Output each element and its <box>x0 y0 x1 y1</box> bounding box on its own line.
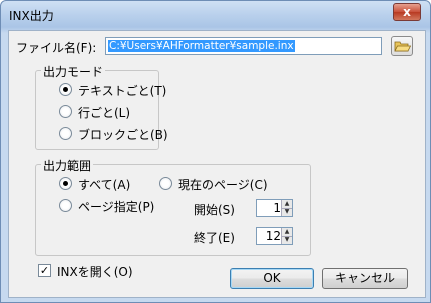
radio-text-label: テキストごと(T) <box>78 84 167 98</box>
end-page-label: 終了(E) <box>194 231 235 245</box>
folder-open-icon <box>394 41 412 52</box>
radio-block[interactable] <box>59 127 72 140</box>
radio-all[interactable] <box>59 177 72 190</box>
spin-down-icon[interactable]: ▼ <box>282 236 292 244</box>
open-inx-label: INXを開く(O) <box>57 265 133 279</box>
close-button[interactable]: x <box>393 3 421 21</box>
radio-page-spec-label: ページ指定(P) <box>78 200 155 214</box>
end-page-spin-buttons[interactable]: ▲ ▼ <box>281 228 292 244</box>
cancel-button[interactable]: キャンセル <box>322 268 408 289</box>
start-page-label: 開始(S) <box>194 203 235 217</box>
file-name-input[interactable]: C:¥Users¥AHFormatter¥sample.inx <box>105 37 382 55</box>
dialog-window: INX出力 x ファイル名(F): C:¥Users¥AHFormatter¥s… <box>0 0 431 303</box>
end-page-value: 12 <box>265 229 281 243</box>
spin-down-icon[interactable]: ▼ <box>282 208 292 216</box>
file-name-value: C:¥Users¥AHFormatter¥sample.inx <box>108 40 295 52</box>
window-title: INX出力 <box>9 9 54 23</box>
start-page-spinner[interactable]: 1 ▲ ▼ <box>256 199 293 217</box>
radio-block-label: ブロックごと(B) <box>78 128 168 142</box>
title-bar[interactable]: INX出力 x <box>1 1 430 30</box>
browse-button[interactable] <box>391 36 413 56</box>
radio-all-label: すべて(A) <box>78 178 131 192</box>
open-inx-checkbox[interactable]: ✓ <box>38 264 51 277</box>
dialog-client-area: ファイル名(F): C:¥Users¥AHFormatter¥sample.in… <box>8 30 426 298</box>
file-name-label: ファイル名(F): <box>16 41 97 55</box>
radio-page-spec[interactable] <box>59 199 72 212</box>
radio-line-label: 行ごと(L) <box>78 106 131 120</box>
start-page-spin-buttons[interactable]: ▲ ▼ <box>281 200 292 216</box>
start-page-value: 1 <box>273 201 281 215</box>
end-page-spinner[interactable]: 12 ▲ ▼ <box>256 227 293 245</box>
output-range-title: 出力範囲 <box>41 157 94 174</box>
radio-current-page[interactable] <box>159 177 172 190</box>
radio-line[interactable] <box>59 105 72 118</box>
ok-button[interactable]: OK <box>230 268 314 289</box>
radio-text[interactable] <box>59 83 72 96</box>
output-mode-title: 出力モード <box>41 63 106 80</box>
radio-current-page-label: 現在のページ(C) <box>178 178 268 192</box>
